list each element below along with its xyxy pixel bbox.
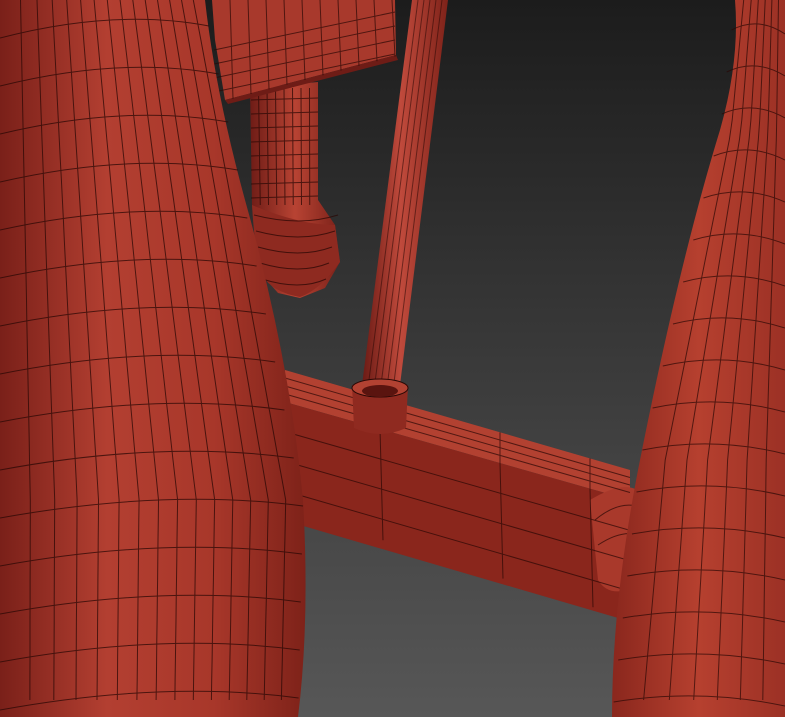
3d-viewport[interactable] [0,0,785,717]
scene-render [0,0,785,717]
